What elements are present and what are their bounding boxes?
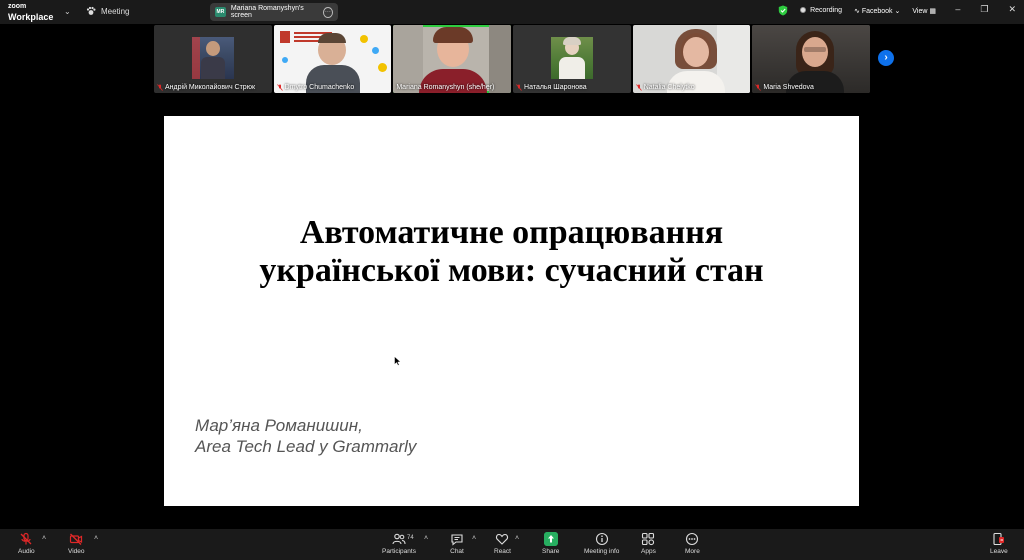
meeting-info-label: Meeting info [584, 548, 620, 555]
mic-off-icon [635, 84, 642, 91]
minimize-icon[interactable]: – [955, 4, 960, 15]
participant-tile[interactable]: Андрій Миколайович Стрюк [154, 25, 272, 93]
video-label: Video [68, 548, 85, 555]
more-options-icon[interactable]: ··· [322, 6, 333, 18]
share-button[interactable]: Share [542, 532, 559, 555]
slide-author: Мар’яна Романишин, Area Tech Lead у Gram… [195, 415, 416, 457]
participant-video [633, 25, 751, 93]
mouse-cursor-icon [394, 356, 401, 366]
slide-author-line-2: Area Tech Lead у Grammarly [195, 437, 417, 456]
participant-name: Maria Shvedova [755, 84, 814, 91]
apps-button[interactable]: Apps [641, 532, 656, 555]
maximize-icon[interactable]: ❐ [980, 4, 988, 15]
video-button[interactable]: Video [68, 532, 85, 555]
participant-name: Наталья Шаронова [516, 84, 587, 91]
live-stream-icon: ∿ [854, 7, 862, 15]
next-page-arrow-icon[interactable]: › [878, 50, 894, 66]
apps-label: Apps [641, 548, 656, 555]
audio-options-caret-icon[interactable]: ˄ [42, 535, 46, 542]
view-grid-icon: ▦ [929, 7, 936, 15]
facebook-live-status[interactable]: ∿ Facebook ⌄ [854, 7, 900, 15]
participant-video [393, 25, 512, 93]
chat-button[interactable]: Chat [450, 532, 464, 555]
react-icon [496, 533, 509, 545]
top-bar: zoom Workplace ⌄ Meeting MR Mariana Roma… [0, 0, 1024, 24]
sharer-avatar: MR [215, 7, 226, 17]
shared-slide: Автоматичне опрацювання української мови… [164, 116, 859, 506]
slide-title: Автоматичне опрацювання української мови… [164, 214, 859, 290]
video-off-icon [70, 533, 83, 545]
more-label: More [685, 548, 700, 555]
meeting-menu[interactable]: Meeting [86, 6, 129, 16]
share-label: Share [542, 548, 560, 555]
recording-icon [800, 7, 807, 14]
participants-label: Participants [382, 548, 416, 555]
meeting-toolbar: Audio ˄ Video ˄ Participants 74 ˄ Chat ˄ [0, 529, 1024, 560]
participant-photo [551, 37, 594, 79]
participant-gallery: Андрій Миколайович Стрюк Dmytro Chumache… [154, 25, 871, 93]
participant-tile-active-speaker[interactable]: Mariana Romanyshyn (she/her) [393, 25, 512, 93]
screen-share-label: Mariana Romanyshyn's screen [230, 5, 304, 19]
participant-name: Андрій Миколайович Стрюк [157, 84, 255, 91]
audio-button[interactable]: Audio [18, 532, 35, 555]
more-icon [686, 532, 699, 546]
participants-options-caret-icon[interactable]: ˄ [424, 535, 428, 542]
participants-count-badge: 74 [407, 535, 414, 541]
recording-label: Recording [810, 7, 842, 14]
meeting-label: Meeting [101, 6, 130, 16]
brand-workplace-text: Workplace [8, 12, 54, 22]
participants-icon [392, 533, 406, 545]
mic-off-icon [755, 84, 762, 91]
info-icon [595, 532, 608, 546]
participant-name: Natalia Chelytko [635, 84, 695, 91]
slide-title-line-1: Автоматичне опрацювання [299, 214, 724, 251]
leave-button[interactable]: Leave [990, 532, 1008, 555]
view-menu[interactable]: View ▦ [912, 7, 936, 15]
participant-tile[interactable]: Natalia Chelytko [632, 25, 751, 93]
participant-photo [192, 37, 234, 79]
recording-status[interactable]: Recording [800, 7, 842, 14]
chat-options-caret-icon[interactable]: ˄ [472, 535, 476, 542]
more-button[interactable]: More [685, 532, 700, 555]
facebook-label: Facebook [861, 7, 893, 15]
react-options-caret-icon[interactable]: ˄ [515, 535, 519, 542]
slide-title-line-2: української мови: сучасний стан [259, 252, 764, 289]
view-label: View [912, 7, 928, 15]
participant-tile[interactable]: Наталья Шаронова [513, 25, 631, 93]
paw-icon [86, 6, 96, 15]
participant-background [274, 25, 392, 93]
screen-share-indicator[interactable]: MR Mariana Romanyshyn's screen ··· [210, 3, 338, 21]
mic-off-icon [516, 84, 522, 91]
apps-icon [642, 532, 655, 546]
chat-label: Chat [450, 548, 464, 555]
react-label: React [494, 548, 511, 555]
participant-name: Dmytro Chumachenko [276, 84, 354, 91]
window-controls: – ❐ ✕ [955, 4, 1016, 15]
slide-author-line-1: Мар’яна Романишин, [195, 416, 363, 435]
chat-icon [451, 534, 463, 546]
leave-icon [993, 532, 1004, 546]
mic-off-icon [20, 532, 32, 545]
audio-label: Audio [18, 548, 35, 555]
shield-icon[interactable] [778, 5, 788, 16]
share-icon [543, 532, 558, 546]
zoom-workplace-logo[interactable]: zoom Workplace [8, 3, 54, 22]
participant-tile[interactable]: Dmytro Chumachenko [273, 25, 392, 93]
status-area: Recording ∿ Facebook ⌄ View ▦ [778, 5, 936, 16]
mic-off-icon [276, 84, 283, 91]
brand-zoom-text: zoom [8, 3, 27, 10]
participant-name: Mariana Romanyshyn (she/her) [396, 84, 495, 91]
mic-off-icon [157, 84, 163, 91]
meeting-info-button[interactable]: Meeting info [584, 532, 619, 555]
participant-video [752, 25, 871, 93]
leave-label: Leave [990, 548, 1008, 555]
close-icon[interactable]: ✕ [1008, 4, 1016, 15]
chevron-down-icon[interactable]: ⌄ [64, 7, 71, 16]
participant-tile[interactable]: Maria Shvedova [752, 25, 871, 93]
video-options-caret-icon[interactable]: ˄ [94, 535, 98, 542]
react-button[interactable]: React [494, 532, 511, 555]
